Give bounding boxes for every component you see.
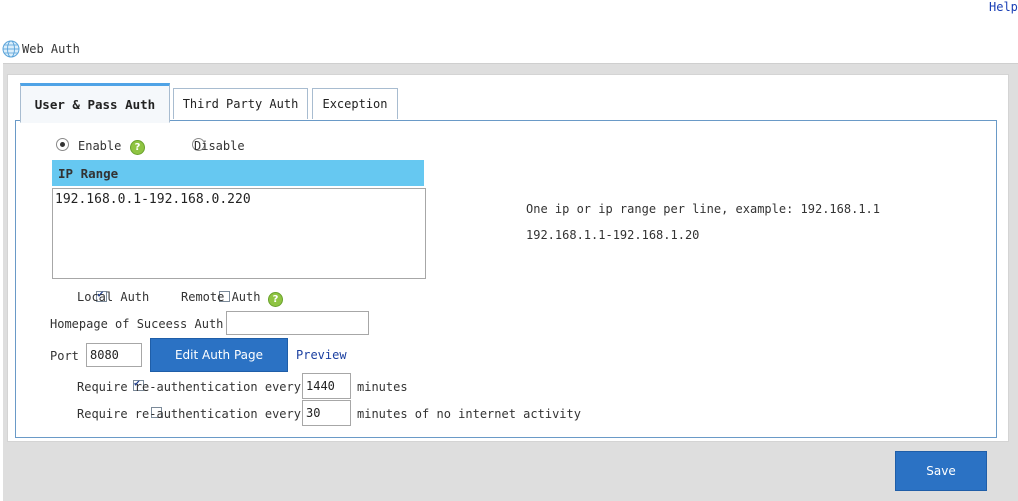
reauth-idle-unit: minutes of no internet activity	[357, 407, 581, 421]
preview-link[interactable]: Preview	[296, 348, 347, 362]
port-label: Port	[50, 349, 79, 363]
help-question-icon[interactable]: ?	[268, 292, 283, 307]
remote-auth-label: Remote Auth	[181, 290, 261, 304]
page-title-row: Web Auth	[2, 38, 80, 60]
reauth-every-label: Require re-authentication every	[77, 380, 301, 394]
local-auth-label: Local Auth	[77, 290, 150, 304]
ip-range-textarea[interactable]: 192.168.0.1-192.168.0.220	[52, 188, 426, 279]
tab-third-party-auth[interactable]: Third Party Auth	[173, 88, 308, 119]
help-question-icon[interactable]: ?	[130, 140, 145, 155]
globe-icon	[2, 40, 20, 58]
reauth-every-unit: minutes	[357, 380, 408, 394]
ip-range-example: 192.168.1.1-192.168.1.20	[526, 228, 700, 242]
page-title: Web Auth	[22, 42, 80, 56]
reauth-idle-label: Require re-authentication every	[77, 407, 301, 421]
homepage-input[interactable]	[226, 311, 369, 335]
ip-range-hint: One ip or ip range per line, example: 19…	[526, 202, 881, 216]
port-input[interactable]	[86, 343, 142, 367]
help-link[interactable]: Help	[989, 0, 1018, 14]
disable-label: Disable	[194, 139, 245, 153]
reauth-minutes-input[interactable]	[302, 373, 351, 399]
ip-range-header: IP Range	[52, 160, 424, 186]
save-button[interactable]: Save	[895, 451, 987, 491]
enable-radio[interactable]	[56, 138, 69, 151]
homepage-label: Homepage of Suceess Auth	[50, 317, 224, 331]
enable-label: Enable	[78, 139, 122, 153]
tab-exception[interactable]: Exception	[312, 88, 398, 119]
edit-auth-page-button[interactable]: Edit Auth Page	[150, 338, 288, 372]
tab-user-pass-auth[interactable]: User & Pass Auth	[20, 83, 170, 123]
reauth-idle-input[interactable]	[302, 400, 351, 426]
